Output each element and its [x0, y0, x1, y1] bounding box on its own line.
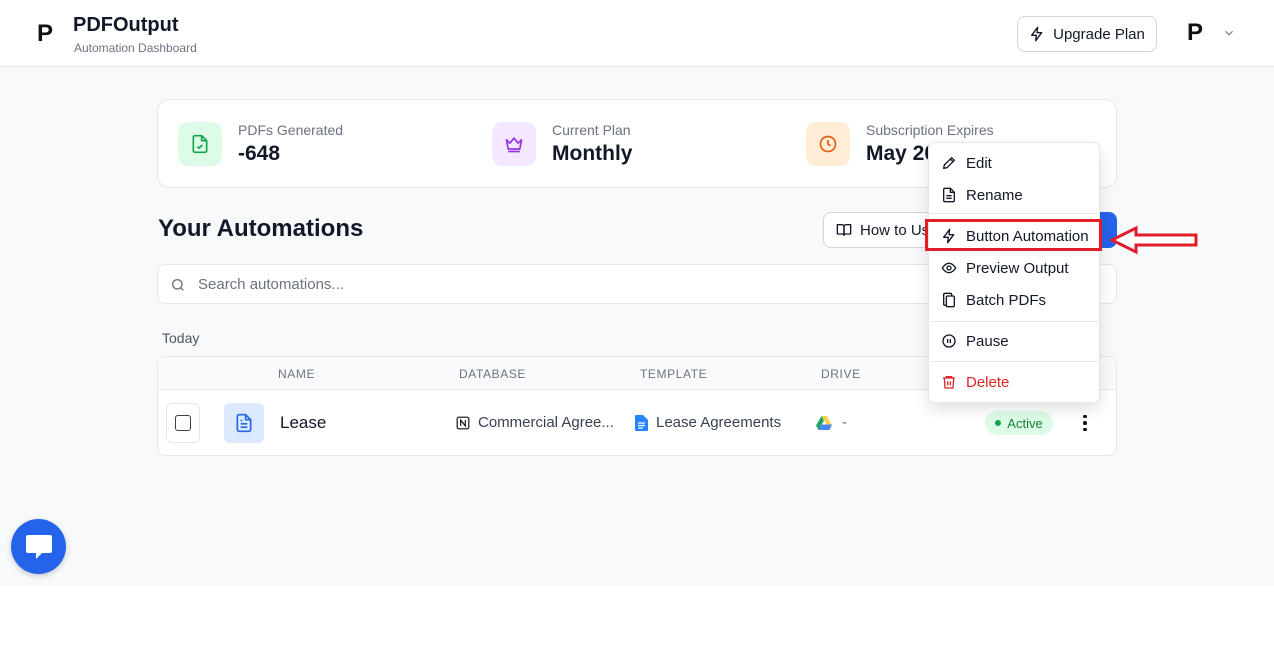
search-icon: [172, 279, 184, 291]
stat-current-plan: Current Plan Monthly: [492, 122, 792, 166]
app-subtitle: Automation Dashboard: [74, 41, 197, 55]
menu-divider: [930, 361, 1098, 362]
more-options-icon[interactable]: [1076, 412, 1094, 434]
database-cell: Commercial Agree...: [456, 414, 614, 431]
stat-value: May 20: [866, 142, 937, 165]
template-cell: Lease Agreements: [635, 414, 781, 431]
menu-divider: [930, 321, 1098, 322]
chat-bubble-icon: [25, 534, 52, 559]
column-header-database[interactable]: DATABASE: [459, 367, 526, 381]
menu-item-label: Edit: [966, 154, 992, 172]
stat-label: Subscription Expires: [866, 122, 994, 138]
column-header-drive[interactable]: DRIVE: [821, 367, 861, 381]
drive-value: -: [842, 414, 847, 431]
document-icon: [224, 403, 264, 443]
menu-divider: [930, 213, 1098, 214]
stat-value: Monthly: [552, 142, 633, 165]
user-avatar[interactable]: P: [1180, 18, 1210, 48]
file-check-icon: [178, 122, 222, 166]
menu-item-delete[interactable]: Delete: [929, 367, 1099, 397]
menu-item-label: Pause: [966, 332, 1009, 350]
chat-button[interactable]: [11, 519, 66, 574]
context-menu: Edit Rename Button Automation Preview Ou…: [928, 142, 1100, 403]
section-title: Your Automations: [158, 215, 364, 242]
group-label-today: Today: [162, 330, 200, 346]
database-name: Commercial Agree...: [478, 414, 614, 431]
menu-item-label: Rename: [966, 186, 1023, 204]
stat-value: -648: [238, 142, 281, 165]
status-badge: Active: [985, 411, 1053, 435]
eye-icon: [941, 262, 957, 274]
crown-icon: [492, 122, 536, 166]
lightning-icon: [1031, 26, 1043, 42]
status-dot: [995, 420, 1002, 426]
clock-icon: [806, 122, 850, 166]
menu-item-label: Delete: [966, 373, 1010, 391]
upgrade-plan-button[interactable]: Upgrade Plan: [1017, 16, 1157, 52]
menu-item-batch-pdfs[interactable]: Batch PDFs: [929, 285, 1099, 315]
pointer-arrow-icon: [1108, 225, 1198, 255]
highlight-box: [925, 219, 1102, 251]
menu-item-label: Preview Output: [966, 259, 1069, 277]
notion-icon: [456, 416, 470, 429]
pencil-icon: [943, 157, 955, 169]
copy-icon: [943, 292, 955, 308]
app-root: P PDFOutput Automation Dashboard Upgrade…: [0, 0, 1274, 586]
app-title: PDFOutput: [73, 14, 179, 36]
search-input[interactable]: [198, 265, 898, 303]
app-logo[interactable]: P: [27, 16, 63, 52]
automation-name[interactable]: Lease: [280, 413, 326, 433]
google-drive-icon: [816, 415, 832, 430]
menu-item-pause[interactable]: Pause: [929, 326, 1099, 356]
menu-item-label: Batch PDFs: [966, 291, 1047, 309]
drive-cell: -: [816, 414, 847, 431]
column-header-template[interactable]: TEMPLATE: [640, 367, 707, 381]
pause-icon: [942, 334, 956, 348]
stat-label: PDFs Generated: [238, 122, 344, 138]
stat-subscription-expires: Subscription Expires May 20: [806, 122, 994, 166]
upgrade-plan-label: Upgrade Plan: [1053, 25, 1145, 43]
template-name: Lease Agreements: [656, 414, 782, 431]
document-icon: [943, 187, 955, 203]
menu-item-edit[interactable]: Edit: [929, 148, 1099, 178]
stat-label: Current Plan: [552, 122, 631, 138]
top-header: P PDFOutput Automation Dashboard Upgrade…: [0, 0, 1274, 67]
column-header-name[interactable]: NAME: [278, 367, 315, 381]
stat-pdfs-generated: PDFs Generated -648: [178, 122, 478, 166]
menu-item-preview-output[interactable]: Preview Output: [929, 253, 1099, 283]
status-text: Active: [1007, 415, 1043, 431]
book-icon: [836, 224, 852, 236]
menu-item-rename[interactable]: Rename: [929, 180, 1099, 210]
row-checkbox[interactable]: [166, 403, 200, 443]
chevron-down-icon[interactable]: [1222, 26, 1236, 40]
trash-icon: [943, 376, 955, 389]
google-docs-icon: [635, 414, 648, 431]
